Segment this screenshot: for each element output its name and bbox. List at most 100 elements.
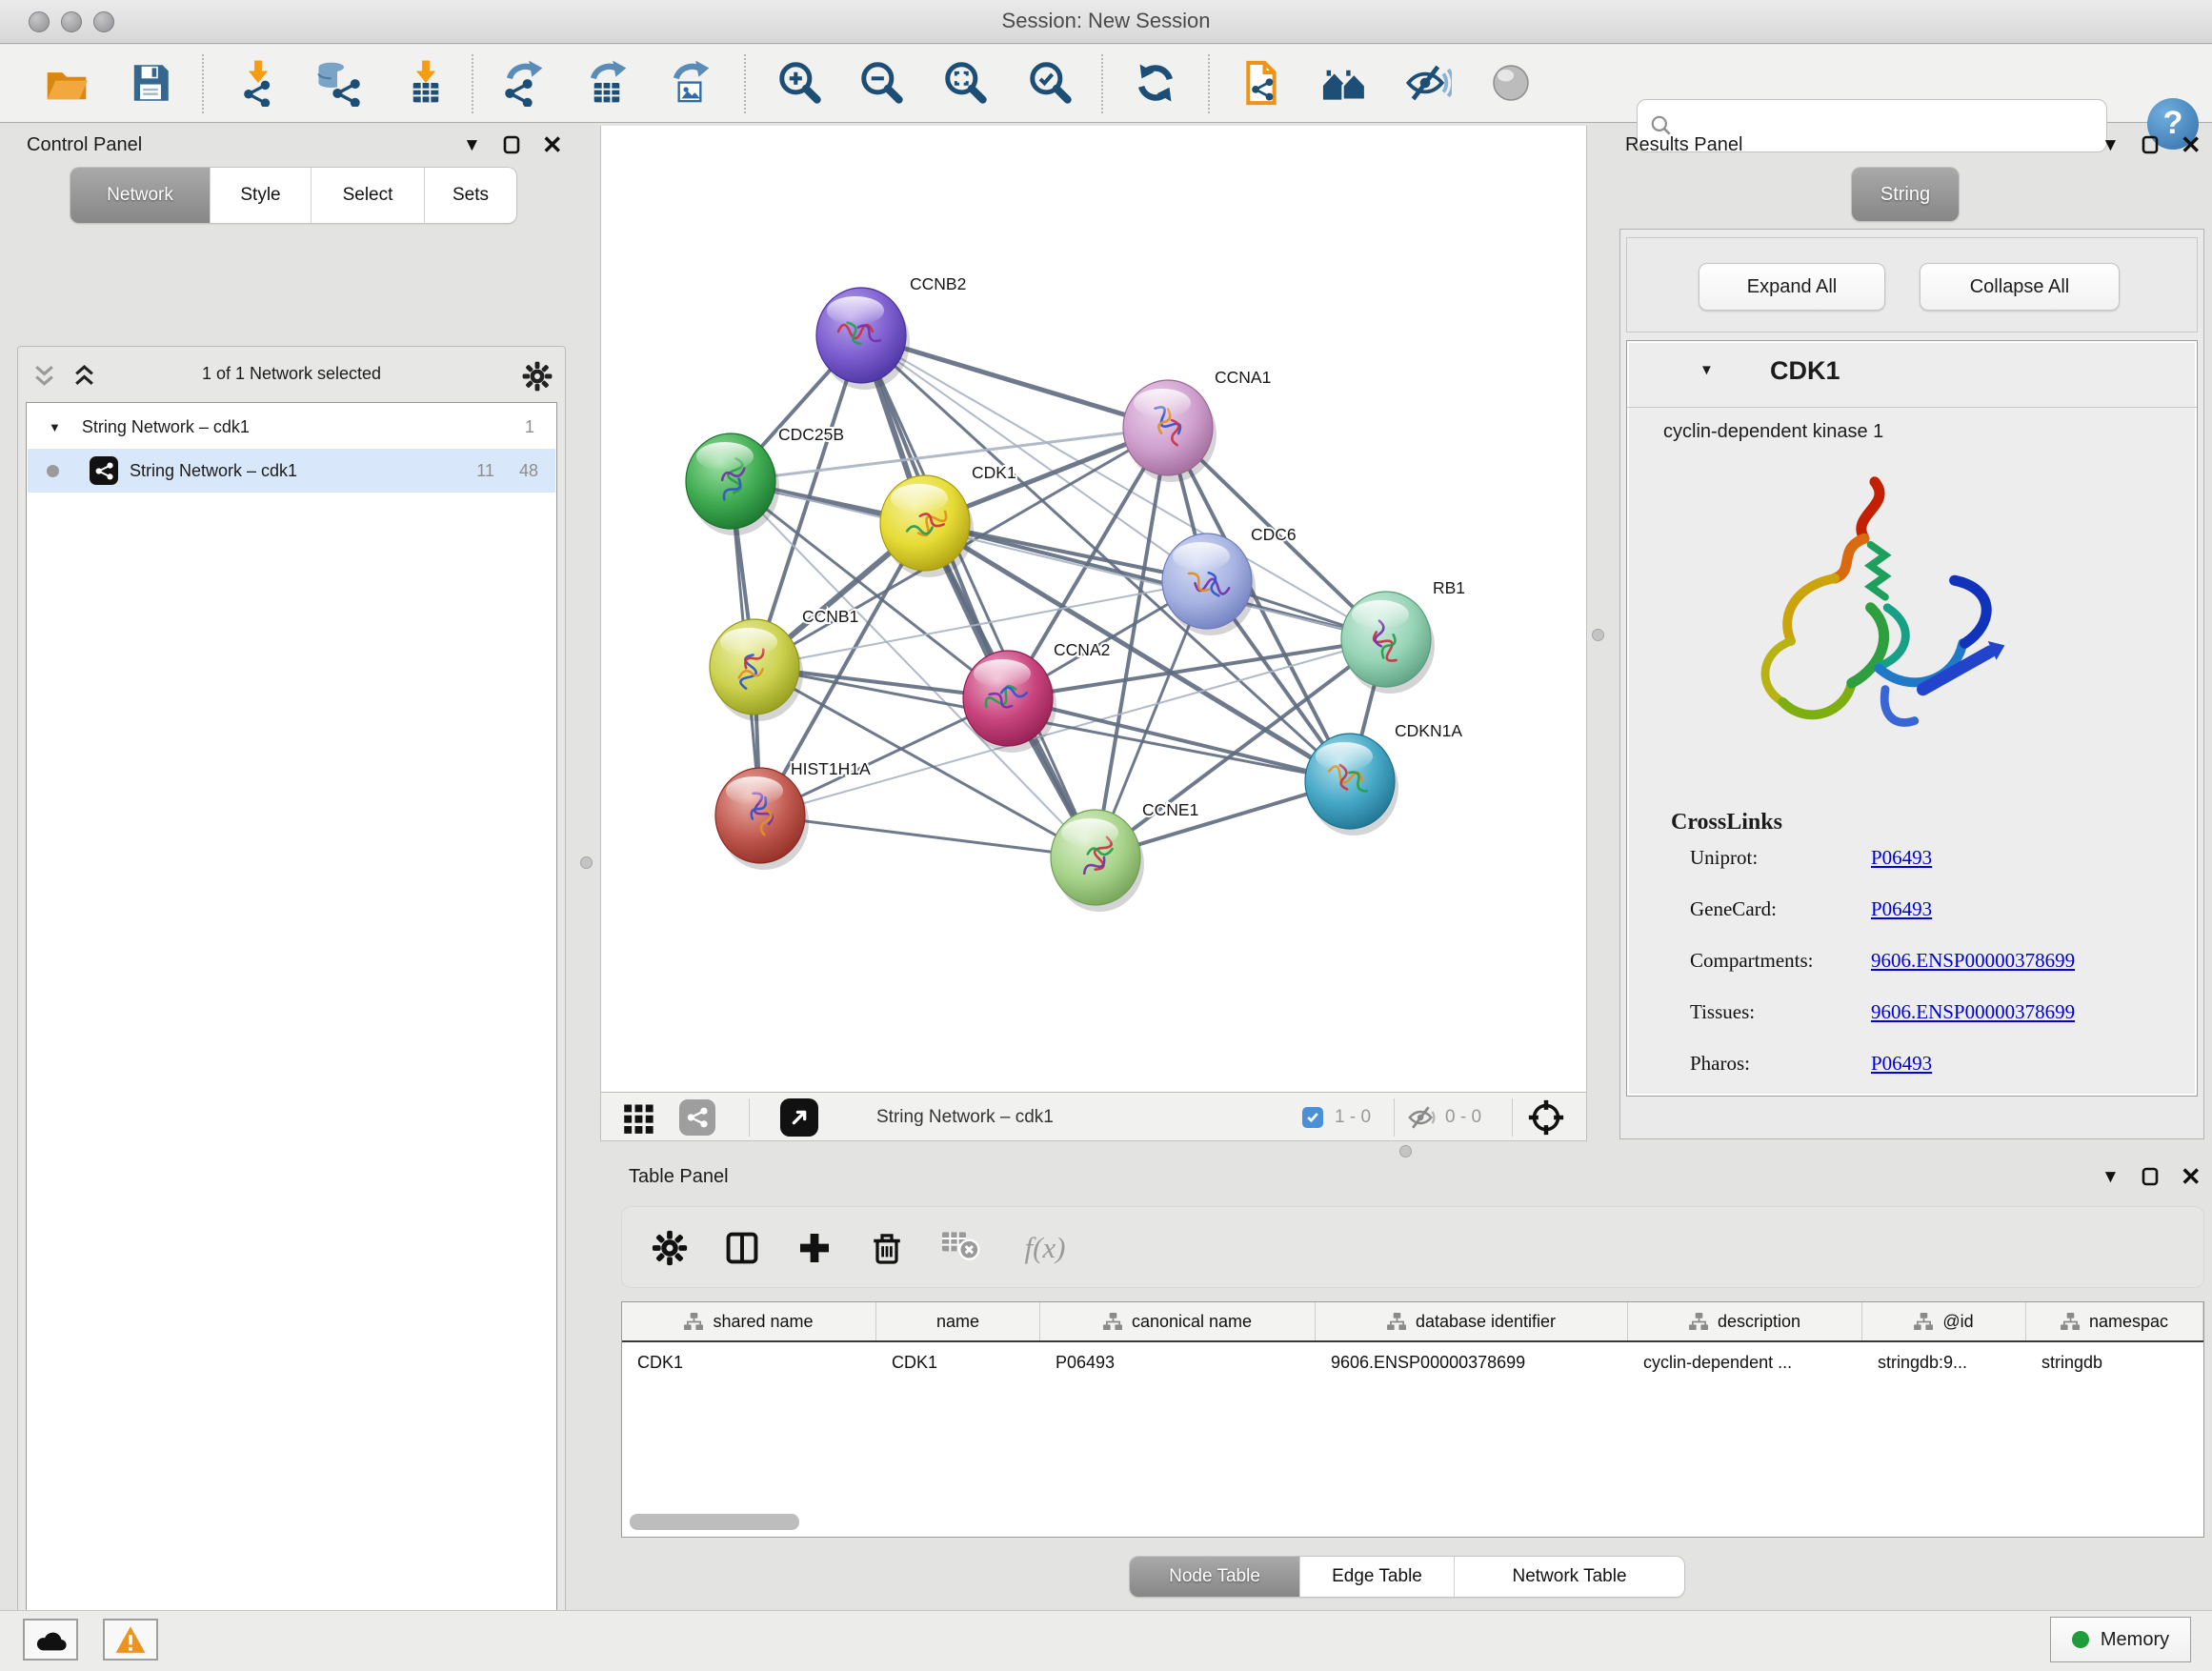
tab-string[interactable]: String	[1852, 168, 1959, 221]
cell--id[interactable]: stringdb:9...	[1862, 1344, 2026, 1380]
add-column-icon[interactable]	[790, 1223, 839, 1273]
node-CDK1[interactable]	[880, 475, 974, 577]
tab-style[interactable]: Style	[210, 168, 311, 223]
open-session-button[interactable]	[42, 58, 91, 108]
hidden-eye-slash-icon[interactable]	[1407, 1099, 1438, 1136]
tab-sets[interactable]: Sets	[424, 168, 516, 223]
table-row[interactable]: CDK1CDK1P064939606.ENSP00000378699cyclin…	[622, 1344, 2203, 1380]
show-columns-icon[interactable]	[717, 1223, 767, 1273]
export-image-button[interactable]	[665, 58, 714, 108]
delete-table-icon[interactable]	[936, 1223, 986, 1273]
network-row-selected[interactable]: String Network – cdk1 11 48	[28, 449, 555, 493]
export-network-button[interactable]	[498, 58, 548, 108]
network-options-gear-icon[interactable]	[521, 360, 553, 393]
import-table-button[interactable]	[401, 58, 451, 108]
crosslink-link[interactable]: P06493	[1871, 1052, 1932, 1075]
crosslink-link[interactable]: P06493	[1871, 897, 1932, 920]
panel-float-icon[interactable]	[2141, 1166, 2160, 1187]
tab-select[interactable]: Select	[311, 168, 424, 223]
network-collection-row[interactable]: ▼ String Network – cdk1 1	[28, 405, 555, 449]
cell-shared-name[interactable]: CDK1	[622, 1344, 876, 1380]
node-CDC25B[interactable]	[686, 433, 779, 535]
string-home-button[interactable]	[1319, 58, 1369, 108]
session-file-network-button[interactable]	[1235, 58, 1284, 108]
node-CCNA2[interactable]	[963, 651, 1056, 753]
cell-canonical-name[interactable]: P06493	[1040, 1344, 1316, 1380]
zoom-selected-button[interactable]	[1026, 58, 1076, 108]
zoom-out-button[interactable]	[857, 58, 907, 108]
horizontal-scrollbar-thumb[interactable]	[630, 1514, 799, 1530]
column-header-shared-name[interactable]: shared name	[622, 1302, 876, 1340]
cell-name[interactable]: CDK1	[876, 1344, 1040, 1380]
edge-HIST1H1A-CCNE1[interactable]	[760, 815, 1096, 857]
node-RB1[interactable]	[1341, 592, 1435, 694]
collapse-all-button[interactable]: Collapse All	[1920, 263, 2120, 311]
export-table-button[interactable]	[582, 58, 632, 108]
zoom-fit-button[interactable]	[941, 58, 991, 108]
node-CCNB2[interactable]	[816, 288, 910, 390]
panel-float-menu-icon[interactable]: ▼	[463, 136, 481, 154]
expand-all-button[interactable]: Expand All	[1699, 263, 1885, 311]
column-header-canonical-name[interactable]: canonical name	[1040, 1302, 1316, 1340]
cloud-status-button[interactable]	[23, 1619, 78, 1661]
node-CDKN1A[interactable]	[1305, 734, 1398, 836]
open-view-button[interactable]	[780, 1099, 818, 1136]
panel-float-menu-icon[interactable]: ▼	[2101, 1168, 2120, 1186]
cell-database-identifier[interactable]: 9606.ENSP00000378699	[1316, 1344, 1628, 1380]
left-splitter-handle[interactable]	[580, 856, 593, 869]
node-CCNA1[interactable]	[1123, 380, 1217, 482]
tree-expand-caret-icon[interactable]: ▼	[49, 420, 61, 434]
delete-column-icon[interactable]	[862, 1223, 912, 1273]
level-of-detail-button[interactable]	[1486, 58, 1536, 108]
warning-status-button[interactable]	[103, 1619, 158, 1661]
network-graph[interactable]: CCNB2CCNA1CDC25BCDK1CDC6RB1CCNB1CCNA2CDK…	[601, 126, 1586, 1090]
cdk1-card-header[interactable]: ▼ CDK1	[1627, 341, 2197, 408]
node-CCNE1[interactable]	[1051, 810, 1144, 912]
show-hide-graphics-button[interactable]	[1403, 58, 1453, 108]
column-header--id[interactable]: @id	[1862, 1302, 2026, 1340]
panel-close-icon[interactable]: ✕	[542, 132, 563, 157]
section-collapse-caret-icon[interactable]: ▼	[1699, 362, 1714, 378]
save-session-button[interactable]	[126, 58, 175, 108]
network-canvas[interactable]: CCNB2CCNA1CDC25BCDK1CDC6RB1CCNB1CCNA2CDK…	[600, 126, 1587, 1092]
cell-namespac[interactable]: stringdb	[2026, 1344, 2203, 1380]
panel-float-icon[interactable]	[2141, 134, 2160, 155]
crosslink-link[interactable]: P06493	[1871, 846, 1932, 869]
node-label-RB1: RB1	[1433, 578, 1465, 597]
import-network-file-button[interactable]	[233, 58, 283, 108]
shared-column-icon	[1689, 1313, 1709, 1331]
column-header-description[interactable]: description	[1628, 1302, 1862, 1340]
network-collection-label: String Network – cdk1	[82, 417, 250, 437]
crosslink-link[interactable]: 9606.ENSP00000378699	[1871, 949, 2075, 972]
node-table[interactable]: shared namenamecanonical namedatabase id…	[621, 1301, 2204, 1538]
table-settings-gear-icon[interactable]	[645, 1223, 694, 1273]
tab-edge-table[interactable]: Edge Table	[1299, 1557, 1454, 1597]
cell-description[interactable]: cyclin-dependent ...	[1628, 1344, 1862, 1380]
panel-float-menu-icon[interactable]: ▼	[2101, 136, 2120, 154]
zoom-in-button[interactable]	[775, 58, 825, 108]
panel-close-icon[interactable]: ✕	[2181, 132, 2202, 157]
birdseye-grid-icon[interactable]	[622, 1099, 656, 1136]
column-header-name[interactable]: name	[876, 1302, 1040, 1340]
function-builder-button[interactable]: f(x)	[1005, 1223, 1085, 1273]
tab-network-table[interactable]: Network Table	[1454, 1557, 1684, 1597]
memory-button[interactable]: Memory	[2050, 1617, 2191, 1662]
tab-network[interactable]: Network	[70, 168, 210, 223]
column-header-namespac[interactable]: namespac	[2026, 1302, 2203, 1340]
import-network-database-button[interactable]	[312, 58, 362, 108]
result-gene-description: cyclin-dependent kinase 1	[1663, 421, 1883, 443]
horizontal-splitter-handle[interactable]	[1399, 1145, 1412, 1158]
edge-CCNB2-CCNE1[interactable]	[861, 335, 1096, 857]
panel-float-icon[interactable]	[502, 134, 521, 155]
panel-close-icon[interactable]: ✕	[2181, 1164, 2202, 1189]
node-HIST1H1A[interactable]	[715, 768, 809, 870]
selected-checkbox-icon[interactable]	[1302, 1099, 1323, 1136]
crosslink-link[interactable]: 9606.ENSP00000378699	[1871, 1000, 2075, 1023]
refresh-button[interactable]	[1131, 58, 1180, 108]
reposition-crosshair-icon[interactable]	[1527, 1099, 1565, 1136]
node-CDC6[interactable]	[1162, 534, 1256, 635]
column-header-database-identifier[interactable]: database identifier	[1316, 1302, 1628, 1340]
network-type-share-icon[interactable]	[679, 1099, 715, 1136]
right-splitter-handle[interactable]	[1592, 629, 1604, 641]
tab-node-table[interactable]: Node Table	[1130, 1557, 1299, 1597]
